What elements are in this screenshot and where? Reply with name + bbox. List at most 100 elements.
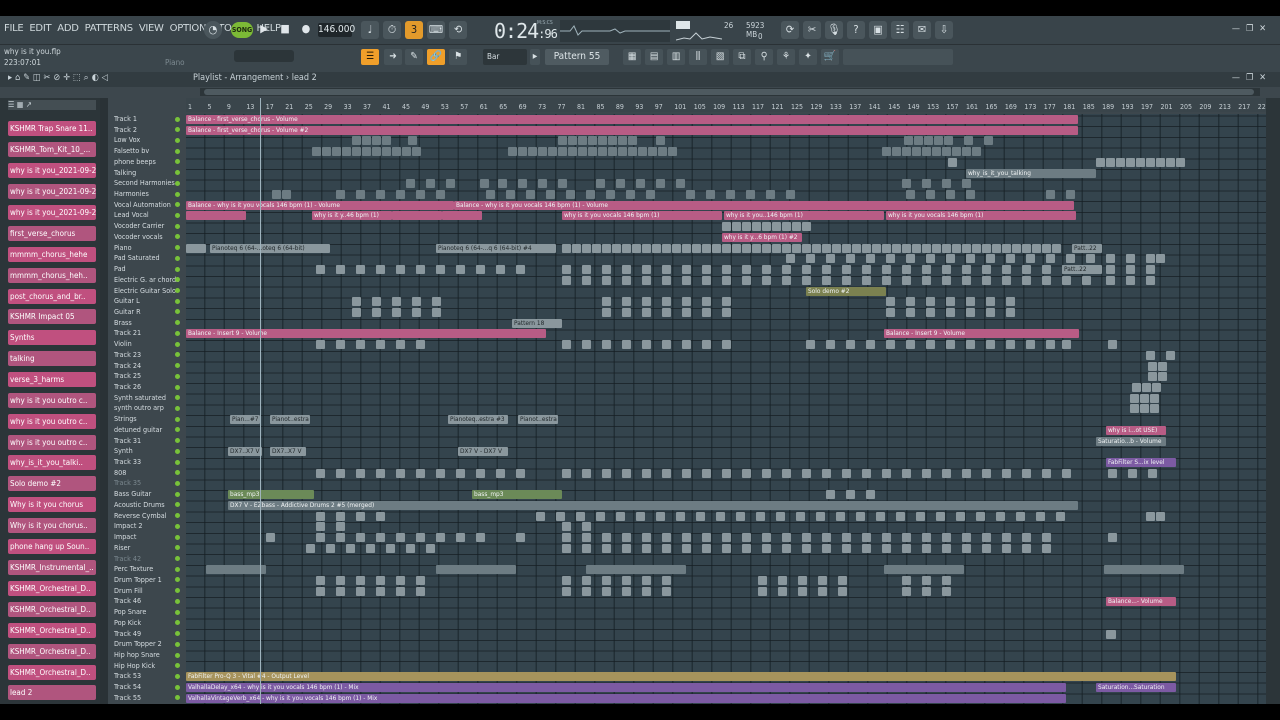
step-edit-icon[interactable]: ⌨ xyxy=(427,21,445,39)
track-name[interactable]: Drum Topper 2 xyxy=(114,639,184,649)
pattern-clip[interactable] xyxy=(562,275,571,285)
track-name[interactable]: Riser xyxy=(114,543,184,553)
pattern-clip[interactable] xyxy=(1066,254,1075,264)
pattern-clip[interactable] xyxy=(396,190,405,200)
pattern-clip[interactable] xyxy=(982,533,991,543)
pattern-clip[interactable] xyxy=(866,340,875,350)
pattern-clip[interactable] xyxy=(1148,468,1157,478)
pattern-clip[interactable] xyxy=(602,543,611,553)
track-name[interactable]: Electric G. ar chords xyxy=(114,275,184,285)
pattern-clip[interactable] xyxy=(578,147,587,157)
pattern-clip[interactable] xyxy=(598,136,607,146)
pattern-clip[interactable] xyxy=(516,265,525,275)
pattern-clip[interactable] xyxy=(886,340,895,350)
pattern-clip[interactable] xyxy=(642,307,651,317)
pattern-clip[interactable] xyxy=(872,243,881,253)
pattern-clip[interactable] xyxy=(1006,340,1015,350)
pattern-clip[interactable] xyxy=(902,179,911,189)
track-name[interactable]: Track 42 xyxy=(114,554,184,564)
pattern-clip[interactable] xyxy=(1156,254,1165,264)
pattern-clip[interactable] xyxy=(582,275,591,285)
pattern-clip[interactable] xyxy=(1062,468,1071,478)
pattern-clip[interactable] xyxy=(946,190,955,200)
pattern-clip[interactable] xyxy=(612,243,621,253)
browser-item[interactable]: mmmm_chorus_heh.. xyxy=(8,268,96,283)
pattern-clip[interactable] xyxy=(336,190,345,200)
pattern-clip[interactable] xyxy=(336,511,345,521)
pattern-clip[interactable] xyxy=(682,340,691,350)
pattern-clip[interactable] xyxy=(662,533,671,543)
browser-item[interactable]: Synths xyxy=(8,330,96,345)
playlist-clip[interactable] xyxy=(206,565,266,575)
pattern-clip[interactable] xyxy=(642,340,651,350)
pattern-clip[interactable] xyxy=(798,575,807,585)
help-icon[interactable]: ? xyxy=(847,21,865,39)
browser-item[interactable]: KSHMR Impact 05 xyxy=(8,309,96,324)
track-mute-led[interactable] xyxy=(175,459,180,465)
pattern-clip[interactable] xyxy=(742,243,751,253)
pattern-clip[interactable] xyxy=(602,468,611,478)
pattern-clip[interactable] xyxy=(476,265,485,275)
pattern-clip[interactable] xyxy=(702,543,711,553)
pattern-clip[interactable] xyxy=(656,136,665,146)
track-name[interactable]: Synth saturated xyxy=(114,393,184,403)
pattern-clip[interactable] xyxy=(376,468,385,478)
pattern-clip[interactable] xyxy=(402,147,411,157)
pattern-clip[interactable] xyxy=(832,243,841,253)
pattern-clip[interactable] xyxy=(386,543,395,553)
pattern-clip[interactable] xyxy=(762,222,771,232)
browser-item[interactable]: KSHMR_Orchestral_D.. xyxy=(8,602,96,617)
track-name[interactable]: Track 1 xyxy=(114,114,184,124)
pattern-clip[interactable] xyxy=(882,533,891,543)
playlist-clip[interactable] xyxy=(1104,565,1184,575)
pattern-clip[interactable] xyxy=(756,511,765,521)
pattern-clip[interactable] xyxy=(822,543,831,553)
track-mute-led[interactable] xyxy=(175,491,180,497)
menu-file[interactable]: FILE xyxy=(4,23,24,34)
pattern-clip[interactable] xyxy=(782,543,791,553)
pattern-clip[interactable] xyxy=(316,340,325,350)
pattern-clip[interactable] xyxy=(496,468,505,478)
pattern-clip[interactable] xyxy=(622,543,631,553)
pattern-clip[interactable] xyxy=(526,190,535,200)
pattern-clip[interactable] xyxy=(936,511,945,521)
track-name[interactable]: Reverse Cymbal xyxy=(114,511,184,521)
pattern-clip[interactable] xyxy=(942,243,951,253)
pattern-clip[interactable] xyxy=(922,543,931,553)
pattern-clip[interactable] xyxy=(562,243,571,253)
pattern-clip[interactable] xyxy=(952,243,961,253)
pattern-clip[interactable] xyxy=(972,147,981,157)
pattern-clip[interactable] xyxy=(886,307,895,317)
pattern-clip[interactable] xyxy=(742,222,751,232)
pattern-clip[interactable] xyxy=(356,468,365,478)
pattern-clip[interactable] xyxy=(926,254,935,264)
track-name[interactable]: Vocoder Carrier xyxy=(114,221,184,231)
pattern-clip[interactable] xyxy=(1146,511,1155,521)
pattern-clip[interactable] xyxy=(662,575,671,585)
pattern-clip[interactable] xyxy=(546,190,555,200)
pattern-clip[interactable] xyxy=(622,468,631,478)
pattern-clip[interactable] xyxy=(842,243,851,253)
pattern-clip[interactable] xyxy=(722,340,731,350)
pattern-clip[interactable] xyxy=(746,190,755,200)
pattern-clip[interactable] xyxy=(576,511,585,521)
track-name[interactable]: Guitar L xyxy=(114,296,184,306)
pattern-clip[interactable] xyxy=(846,254,855,264)
pattern-clip[interactable] xyxy=(762,243,771,253)
pattern-clip[interactable] xyxy=(316,511,325,521)
pattern-clip[interactable] xyxy=(1046,254,1055,264)
pattern-clip[interactable] xyxy=(282,190,291,200)
pattern-clip[interactable] xyxy=(312,147,321,157)
pattern-clip[interactable] xyxy=(498,179,507,189)
track-mute-led[interactable] xyxy=(175,652,180,658)
pattern-clip[interactable] xyxy=(946,297,955,307)
pattern-clip[interactable] xyxy=(598,147,607,157)
pattern-clip[interactable] xyxy=(1146,275,1155,285)
playlist-clip[interactable] xyxy=(392,211,442,221)
pattern-clip[interactable] xyxy=(1006,254,1015,264)
pattern-clip[interactable] xyxy=(982,543,991,553)
pattern-clip[interactable] xyxy=(818,575,827,585)
horizontal-scrollbar[interactable] xyxy=(200,88,1260,96)
pattern-clip[interactable] xyxy=(642,297,651,307)
pattern-clip[interactable] xyxy=(818,586,827,596)
